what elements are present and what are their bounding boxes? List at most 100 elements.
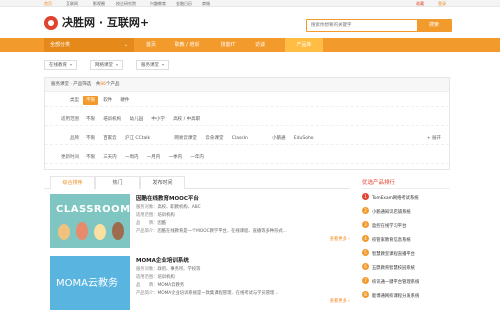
field-key: 服务对象：	[136, 205, 158, 210]
filter-option[interactable]: 不限	[83, 153, 98, 162]
field-value: 因酷	[157, 221, 167, 226]
rank-number-badge: 2	[362, 207, 369, 214]
thumbnail-text: CLASSROOM	[56, 204, 131, 215]
topnav-home[interactable]: 首页	[44, 0, 52, 7]
dropdown-classroom[interactable]: 网络课堂 ▾	[90, 60, 124, 70]
category-menu[interactable]: 全部分类 ⌄	[44, 38, 134, 52]
product-scope: 适用范围：培训机构	[136, 212, 175, 218]
nav-item-it[interactable]: 技能IT	[214, 38, 242, 52]
product-title[interactable]: 因酷在线教育MOOC平台	[136, 194, 199, 202]
dropdown-service[interactable]: 服务课堂 ▾	[136, 60, 170, 70]
filter-panel-head: 服务课堂 · 产品筛选 共86个产品	[45, 78, 449, 92]
filter-option[interactable]: 一月内	[144, 153, 164, 162]
field-key: 适用范围：	[136, 213, 158, 218]
search-input[interactable]	[307, 20, 417, 31]
rank-number-badge: 6	[362, 263, 369, 270]
filter-option[interactable]: EduSoho	[291, 134, 317, 143]
tab-publish-time[interactable]: 发布时间	[140, 176, 185, 189]
filter-option[interactable]: 不限	[83, 96, 98, 105]
tab-popular[interactable]: 热门	[95, 176, 140, 189]
topnav-calendar[interactable]: 金融日历	[176, 0, 192, 7]
logo-icon[interactable]	[44, 16, 58, 30]
ranking-item-label: 能博通网校课程分发系统	[372, 294, 420, 299]
field-value: 培训机构	[157, 275, 175, 280]
rank-number-badge: 3	[362, 221, 369, 228]
rank-number-badge: 1	[362, 193, 369, 200]
rank-number-badge: 5	[362, 249, 369, 256]
product-thumbnail[interactable]: CLASSROOM	[50, 194, 130, 248]
topnav-institute[interactable]: 校企研究院	[116, 0, 136, 7]
filter-option[interactable]: 网易云课堂	[171, 134, 200, 143]
product-intro: 产品简介：因酷在线教育是一个MOOC教学平台，在线课程、直播等多种形式...	[136, 228, 311, 234]
dropdown-label: 服务课堂	[141, 63, 159, 68]
filter-option[interactable]: 一年内	[187, 153, 207, 162]
topnav-mall[interactable]: 商城	[202, 0, 210, 7]
field-key: 产品简介：	[136, 229, 158, 234]
filter-option[interactable]: 幼儿园	[127, 115, 147, 124]
search-button[interactable]: 搜索	[417, 20, 451, 31]
field-key: 品 牌：	[136, 221, 158, 226]
ranking-item[interactable]: 8 能博通网校课程分发系统	[362, 291, 450, 300]
ranking-item[interactable]: 1 TomExam网络考试系统	[362, 193, 450, 202]
ranking-item[interactable]: 3 盈控在线学习平台	[362, 221, 450, 230]
view-more-link[interactable]: 查看更多 ›	[330, 298, 350, 304]
product-thumbnail[interactable]: MOMA云教务	[50, 256, 130, 310]
filter-option[interactable]: 沪江 CCtalk	[122, 134, 153, 143]
login-link[interactable]: 登录	[438, 0, 446, 7]
dropdown-label: 网络课堂	[95, 63, 113, 68]
topnav-internet[interactable]: 互联网	[66, 0, 78, 7]
sort-tabs: 综合排序 热门 发布时间	[44, 176, 350, 189]
product-audience: 服务对象：高校、职教机构、ABC	[136, 204, 201, 210]
topnav-interest[interactable]: 兴趣教育	[150, 0, 166, 7]
filter-option[interactable]: 软件	[100, 96, 115, 105]
expand-more-link[interactable]: + 展开	[427, 132, 441, 145]
ranking-item[interactable]: 6 五鼎教育智慧校园系统	[362, 263, 450, 272]
filter-option[interactable]: 培训机构	[100, 115, 124, 124]
product-scope: 适用范围：培训机构	[136, 274, 175, 280]
field-value: MOMA企业培训系统是一款集课程管理、在线考试与学员管理...	[157, 291, 279, 296]
tab-overall[interactable]: 综合排序	[50, 176, 95, 189]
chevron-down-icon: ⌄	[123, 42, 128, 48]
ranking-item[interactable]: 4 校管家教育信息系统	[362, 235, 450, 244]
filter-option[interactable]: 不限	[83, 134, 98, 143]
ranking-item[interactable]: 5 智慧教室课程直播平台	[362, 249, 450, 258]
ranking-item[interactable]: 7 校讯通一键平台管理系统	[362, 277, 450, 286]
filter-option[interactable]: 一季内	[166, 153, 186, 162]
filter-row: 品牌 不限 百家云 沪江 CCtalk 网易云课堂 云朵课堂 ClassIn 小鹅通 EduSo…	[45, 132, 449, 145]
nav-item-interview[interactable]: 访谈	[250, 38, 270, 52]
ranking-item-label: TomExam网络考试系统	[372, 196, 419, 201]
dropdown-label: 在线教育	[49, 63, 67, 68]
filter-option[interactable]: 云朵课堂	[202, 134, 226, 143]
filter-option[interactable]: 小鹅通	[269, 134, 289, 143]
filter-row-label: 品牌	[70, 136, 79, 141]
product-title[interactable]: MOMA企业培训系统	[136, 256, 189, 264]
rank-number-badge: 8	[362, 291, 369, 298]
product-audience: 服务对象：政府、事务所、学校等	[136, 266, 200, 272]
nav-item-training[interactable]: 职教 / 培训	[170, 38, 204, 52]
filter-option[interactable]: 百家云	[100, 134, 120, 143]
site-logo[interactable]: 决胜网 · 互联网+	[62, 17, 149, 29]
product-card[interactable]: MOMA云教务 MOMA企业培训系统 服务对象：政府、事务所、学校等 适用范围：…	[50, 256, 350, 310]
favorite-link[interactable]: 收藏	[416, 0, 424, 7]
ranking-item[interactable]: 2 小鹅通知识店铺系统	[362, 207, 450, 216]
product-card[interactable]: CLASSROOM 因酷在线教育MOOC平台 服务对象：高校、职教机构、ABC …	[50, 194, 350, 248]
filter-option[interactable]: 中小学	[148, 115, 168, 124]
field-value: 因酷在线教育是一个MOOC教学平台，在线课程、直播等多种形式...	[157, 229, 287, 234]
main-nav: 全部分类 ⌄ 首页 职教 / 培训 技能IT 访谈 产品库	[0, 38, 500, 52]
rank-number-badge: 7	[362, 277, 369, 284]
dropdown-online-edu[interactable]: 在线教育 ▾	[44, 60, 78, 70]
nav-item-products[interactable]: 产品库	[285, 38, 323, 52]
field-value: 培训机构	[157, 213, 175, 218]
filter-option[interactable]: 高校 / 中高职	[170, 115, 203, 124]
nav-item-home[interactable]: 首页	[140, 38, 162, 52]
topnav-film[interactable]: 影视圈	[93, 0, 105, 7]
site-header: 决胜网 · 互联网+ 搜索	[0, 7, 500, 38]
filter-option[interactable]: 不限	[83, 115, 98, 124]
view-more-link[interactable]: 查看更多 ›	[330, 236, 350, 242]
filter-option[interactable]: 一周内	[122, 153, 142, 162]
filter-option[interactable]: 三天内	[100, 153, 120, 162]
filter-row: 更新时间 不限 三天内 一周内 一月内 一季内 一年内	[45, 151, 449, 164]
product-brand: 品 牌：因酷	[136, 220, 166, 226]
filter-option[interactable]: ClassIn	[229, 134, 251, 143]
filter-option[interactable]: 硬件	[117, 96, 132, 105]
